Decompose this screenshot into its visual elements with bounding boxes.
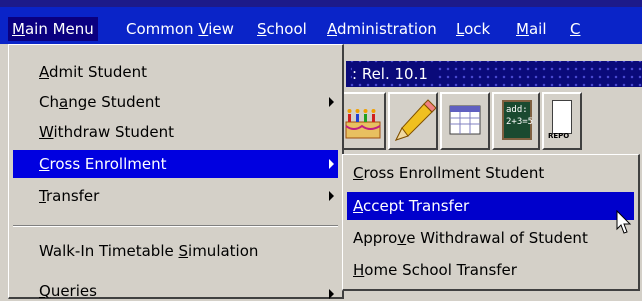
menu-item-label: ross Enrollment xyxy=(49,155,167,173)
menu-label: Common xyxy=(126,20,199,38)
submenu-arrow-icon xyxy=(329,289,334,299)
menu-item-accept-transfer[interactable]: Accept Transfer xyxy=(347,192,634,220)
menu-item-admit-student[interactable]: Admit Student xyxy=(13,58,338,86)
menu-item-cross-enrollment[interactable]: Cross Enrollment xyxy=(13,150,338,178)
menu-accel: H xyxy=(353,261,365,279)
cake-button[interactable] xyxy=(340,92,386,150)
pencil-button[interactable] xyxy=(388,92,438,150)
menu-item-withdraw-student[interactable]: Withdraw Student xyxy=(13,118,338,146)
chalkboard-line: 2+3=5 xyxy=(506,117,534,127)
menu-accel: M xyxy=(12,20,25,38)
menu-accel: C xyxy=(353,164,364,182)
report-button[interactable]: REPO xyxy=(542,92,582,150)
menu-item-label: Ch xyxy=(39,93,59,111)
submenu-arrow-icon xyxy=(329,159,334,169)
menu-item-cross-enrollment-student[interactable]: Cross Enrollment Student xyxy=(347,159,634,187)
menu-item-label: dmit Student xyxy=(49,63,147,81)
birthday-cake-icon xyxy=(345,109,381,139)
menu-item-label: nge Student xyxy=(68,93,161,111)
menu-accel: L xyxy=(456,20,465,38)
menu-accel: T xyxy=(39,187,46,205)
menu-main-menu[interactable]: Main Menu xyxy=(8,17,98,41)
menu-accel: S xyxy=(257,20,267,38)
menu-label: ock xyxy=(464,20,491,38)
menu-administration[interactable]: Administration xyxy=(323,17,441,41)
release-text: : Rel. 10.1 xyxy=(352,65,434,83)
menu-accel: A xyxy=(327,20,337,38)
submenu-arrow-icon xyxy=(329,97,334,107)
menu-item-label: imulation xyxy=(188,242,259,260)
menu-item-approve-withdrawal[interactable]: Approve Withdrawal of Student xyxy=(347,224,634,252)
menu-item-label: ueries xyxy=(50,283,97,300)
menu-c[interactable]: C xyxy=(566,17,584,41)
menubar: Main Menu Common View School Administrat… xyxy=(0,0,642,45)
menu-accel: Q xyxy=(39,283,51,300)
menu-accel: A xyxy=(39,63,49,81)
menu-item-change-student[interactable]: Change Student xyxy=(13,88,338,116)
menu-item-label: ome School Transfer xyxy=(364,261,517,279)
menu-lock[interactable]: Lock xyxy=(452,17,494,41)
menu-item-queries[interactable]: Queries xyxy=(13,283,338,301)
calendar-button[interactable] xyxy=(440,92,490,150)
menu-accel: C xyxy=(39,155,50,173)
release-banner: : Rel. 10.1 xyxy=(346,61,642,87)
menu-label: iew xyxy=(208,20,234,38)
menu-school[interactable]: School xyxy=(253,17,311,41)
menu-accel: W xyxy=(39,123,54,141)
menu-separator xyxy=(13,225,338,227)
menu-item-label: Appro xyxy=(353,229,398,247)
menu-item-label: Walk-In Timetable xyxy=(39,242,179,260)
report-label: REPO xyxy=(548,132,570,140)
submenu-arrow-icon xyxy=(329,191,334,201)
menu-accel: C xyxy=(570,20,581,38)
calculator-button[interactable]: add: 2+3=5 xyxy=(492,92,540,150)
menu-item-label: ccept Transfer xyxy=(363,197,470,215)
menu-label: dministration xyxy=(337,20,437,38)
chalkboard-icon: add: 2+3=5 xyxy=(502,100,534,140)
main-menu-dropdown: Admit Student Change Student Withdraw St… xyxy=(8,44,344,301)
menu-item-walk-in-timetable-simulation[interactable]: Walk-In Timetable Simulation xyxy=(13,237,338,265)
menu-accel: a xyxy=(58,93,69,111)
menu-item-label: ithdraw Student xyxy=(53,123,175,141)
menu-item-label: ransfer xyxy=(45,187,100,205)
menu-accel: A xyxy=(353,197,363,215)
menu-label: ail xyxy=(528,20,547,38)
pencil-icon xyxy=(395,99,437,141)
menu-mail[interactable]: Mail xyxy=(512,17,550,41)
cross-enrollment-submenu: Cross Enrollment Student Accept Transfer… xyxy=(342,154,640,291)
menu-item-label: e Withdrawal of Student xyxy=(406,229,588,247)
menu-accel: M xyxy=(516,20,529,38)
menu-label: chool xyxy=(266,20,307,38)
menu-item-home-school-transfer[interactable]: Home School Transfer xyxy=(347,256,634,284)
menu-accel: V xyxy=(198,20,209,38)
menu-item-transfer[interactable]: Transfer xyxy=(13,182,338,210)
chalkboard-line: add: xyxy=(506,105,528,115)
calendar-icon xyxy=(449,105,481,135)
menu-accel: v xyxy=(397,229,407,247)
menu-item-label: ross Enrollment Student xyxy=(363,164,545,182)
menu-common-view[interactable]: Common View xyxy=(122,17,238,41)
menu-accel: S xyxy=(178,242,189,260)
menu-label: ain Menu xyxy=(24,20,94,38)
window-titlebar-edge xyxy=(0,0,642,7)
mouse-pointer-icon xyxy=(616,210,632,234)
report-icon xyxy=(552,100,572,134)
